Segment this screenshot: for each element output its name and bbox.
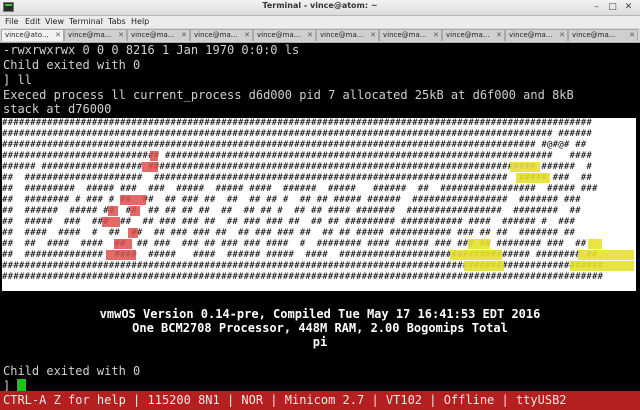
output-line: -rwxrwxrwx 0 0 0 8216 1 Jan 1970 0:0:0 l…	[3, 43, 300, 57]
menu-view[interactable]: View	[45, 16, 64, 28]
minicom-status-bar: CTRL-A Z for help | 115200 8N1 | NOR | M…	[0, 391, 640, 410]
tab[interactable]: vince@ma... ✕	[127, 29, 190, 41]
minimize-button[interactable]: –	[591, 2, 602, 12]
tab-close-icon[interactable]: ✕	[559, 30, 565, 41]
os-version-banner: vmwOS Version 0.14-pre, Compiled Tue May…	[99, 307, 541, 321]
window-title: Terminal - vince@atom: ~	[262, 1, 378, 10]
tab-label: vince@ma...	[572, 31, 616, 39]
tab-label: vince@ma...	[320, 31, 364, 39]
tab-close-icon[interactable]: ✕	[118, 30, 124, 41]
ascii-logo: ########################################…	[2, 118, 636, 291]
title-bar[interactable]: Terminal - vince@atom: ~ – □ ✕	[0, 0, 640, 16]
tab[interactable]: vince@ma... ✕	[442, 29, 505, 41]
tab-close-icon[interactable]: ✕	[307, 30, 313, 41]
processor-info-banner: One BCM2708 Processor, 448M RAM, 2.00 Bo…	[132, 321, 508, 335]
tab-close-icon[interactable]: ✕	[370, 30, 376, 41]
tab[interactable]: vince@ma... ✕	[190, 29, 253, 41]
terminal-window: Terminal - vince@atom: ~ – □ ✕ File Edit…	[0, 0, 640, 410]
tab[interactable]: vince@ma... ✕	[64, 29, 127, 41]
hostname-banner: pi	[312, 335, 328, 349]
tab-close-icon[interactable]: ✕	[55, 30, 61, 41]
tab-label: vince@ato...	[5, 31, 49, 39]
output-line: ] ll	[3, 73, 32, 87]
menu-tabs[interactable]: Tabs	[108, 16, 126, 28]
tab[interactable]: vince@ato... ✕	[1, 29, 64, 41]
tab-label: vince@ma...	[509, 31, 553, 39]
tab-label: vince@ma...	[131, 31, 175, 39]
menu-edit[interactable]: Edit	[25, 16, 41, 28]
tab-close-icon[interactable]: ✕	[244, 30, 250, 41]
tab[interactable]: vince@ma... ✕	[316, 29, 379, 41]
tab-label: vince@ma...	[446, 31, 490, 39]
maximize-button[interactable]: □	[607, 2, 618, 12]
output-line: Execed process ll current_process d6d000…	[3, 88, 574, 102]
close-button[interactable]: ✕	[623, 2, 634, 12]
terminal-output[interactable]: -rwxrwxrwx 0 0 0 8216 1 Jan 1970 0:0:0 l…	[0, 43, 640, 393]
tab[interactable]: vince@ma... ✕	[505, 29, 568, 41]
tab-bar: vince@ato... ✕ vince@ma... ✕ vince@ma... ✕ …	[0, 28, 640, 43]
tab-close-icon[interactable]: ✕	[496, 30, 502, 41]
output-line: stack at d76000	[3, 102, 112, 116]
tab[interactable]: vince@ma... ✕	[568, 29, 638, 41]
tab-label: vince@ma...	[383, 31, 427, 39]
tab-close-icon[interactable]: ✕	[629, 30, 635, 41]
menu-help[interactable]: Help	[131, 16, 149, 28]
tab-close-icon[interactable]: ✕	[181, 30, 187, 41]
menu-terminal[interactable]: Terminal	[69, 16, 103, 28]
output-line: Child exited with 0	[3, 364, 141, 378]
tab-label: vince@ma...	[68, 31, 112, 39]
menu-file[interactable]: File	[5, 16, 18, 28]
tab[interactable]: vince@ma... ✕	[379, 29, 442, 41]
logo-color-accents	[102, 151, 634, 271]
tab[interactable]: vince@ma... ✕	[253, 29, 316, 41]
tab-label: vince@ma...	[194, 31, 238, 39]
tab-label: vince@ma...	[257, 31, 301, 39]
menu-bar: File Edit View Terminal Tabs Help	[0, 16, 640, 28]
text-cursor	[17, 379, 26, 391]
output-line: Child exited with 0	[3, 58, 141, 72]
tab-close-icon[interactable]: ✕	[433, 30, 439, 41]
